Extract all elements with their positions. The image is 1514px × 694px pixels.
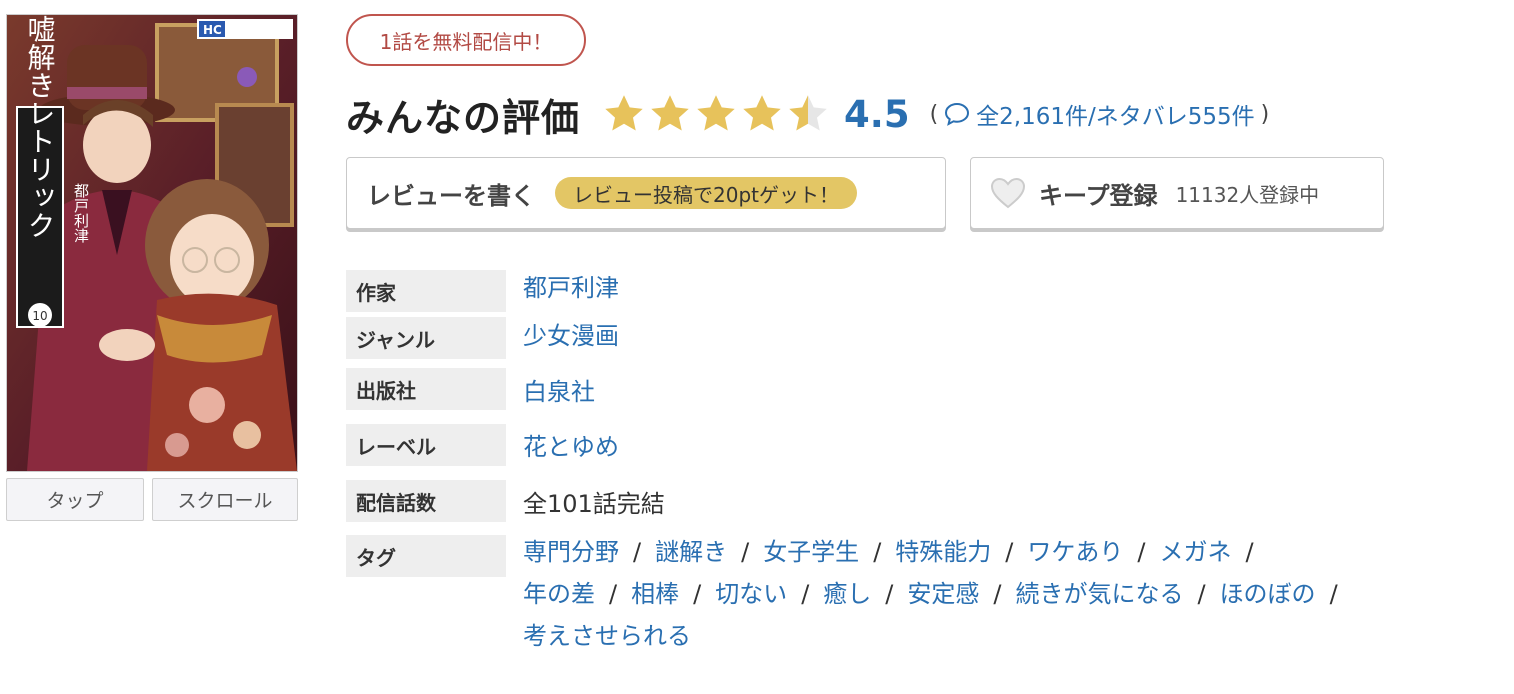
rating-title: みんなの評価	[346, 95, 581, 140]
tag-link[interactable]: ワケあり	[1027, 538, 1123, 566]
tag-link[interactable]: 考えさせられる	[523, 622, 691, 650]
scroll-mode-button[interactable]: スクロール	[152, 478, 298, 521]
episodes-label: 配信話数	[346, 480, 506, 522]
review-count-link[interactable]: 全2,161件/ネタバレ555件	[944, 97, 1255, 131]
tag-link[interactable]: 癒し	[823, 580, 871, 608]
tags-label: タグ	[346, 535, 506, 577]
tag-separator: /	[885, 580, 894, 608]
tag-separator: /	[609, 580, 618, 608]
cover-illustration: HC 嘘解きレトリック 都戸利津 10	[7, 15, 297, 471]
tag-link[interactable]: 謎解き	[655, 538, 727, 566]
tag-separator: /	[873, 538, 882, 566]
keep-count: 11132人登録中	[1175, 182, 1320, 207]
tag-link[interactable]: 続きが気になる	[1015, 580, 1183, 608]
tag-link[interactable]: 安定感	[907, 580, 979, 608]
tag-link[interactable]: ほのぼの	[1220, 580, 1316, 608]
tag-separator: /	[1245, 538, 1254, 566]
tag-link[interactable]: 切ない	[715, 580, 787, 608]
tag-separator: /	[993, 580, 1002, 608]
cover-author: 都戸利津	[72, 183, 90, 243]
author-label: 作家	[346, 270, 506, 312]
paren-open: (	[929, 101, 939, 127]
heart-icon	[990, 177, 1026, 209]
label-label: レーベル	[346, 424, 506, 466]
cover-volume: 10	[32, 309, 47, 323]
review-count-text: 全2,161件/ネタバレ555件	[976, 104, 1255, 130]
tag-separator: /	[1005, 538, 1014, 566]
keep-button[interactable]: キープ登録 11132人登録中	[970, 157, 1384, 229]
write-review-label: レビューを書く	[367, 181, 535, 210]
tag-link[interactable]: 年の差	[523, 580, 595, 608]
review-point-badge: レビュー投稿で20ptゲット！	[555, 177, 857, 209]
tag-link[interactable]: 特殊能力	[895, 538, 991, 566]
tag-separator: /	[1197, 580, 1206, 608]
rating-row: みんなの評価 4.5 ( 全2,161件/ネタバレ555件 )	[346, 84, 1446, 144]
publisher-logo: HC	[203, 23, 222, 37]
tag-list-line-1: 専門分野 / 謎解き / 女子学生 / 特殊能力 / ワケあり / メガネ /	[523, 532, 1268, 567]
paren-close: )	[1260, 101, 1270, 127]
tag-separator: /	[633, 538, 642, 566]
tag-separator: /	[693, 580, 702, 608]
rating-score: 4.5	[844, 92, 910, 136]
author-link[interactable]: 都戸利津	[523, 268, 619, 303]
cover-title: 嘘解きレトリック	[24, 15, 57, 239]
publisher-label: 出版社	[346, 368, 506, 410]
half-star-icon	[789, 95, 827, 131]
cover-image[interactable]: HC 嘘解きレトリック 都戸利津 10	[6, 14, 298, 472]
star-icon	[605, 95, 643, 131]
star-icon	[651, 95, 689, 131]
tag-list-line-3: 考えさせられる	[523, 616, 691, 651]
star-rating	[602, 92, 832, 136]
tag-link[interactable]: メガネ	[1159, 538, 1231, 566]
tap-mode-button[interactable]: タップ	[6, 478, 144, 521]
tag-separator: /	[801, 580, 810, 608]
reader-mode-selector: タップ スクロール	[6, 478, 298, 522]
tag-separator: /	[741, 538, 750, 566]
keep-label: キープ登録	[1039, 181, 1158, 210]
label-link[interactable]: 花とゆめ	[523, 427, 619, 462]
tag-separator: /	[1329, 580, 1338, 608]
tag-separator: /	[1137, 538, 1146, 566]
free-episode-badge: 1話を無料配信中！	[346, 14, 586, 66]
tag-link[interactable]: 女子学生	[763, 538, 859, 566]
write-review-button[interactable]: レビューを書く レビュー投稿で20ptゲット！	[346, 157, 946, 229]
tag-link[interactable]: 相棒	[631, 580, 679, 608]
genre-label: ジャンル	[346, 317, 506, 359]
genre-link[interactable]: 少女漫画	[523, 316, 619, 351]
star-icon	[697, 95, 735, 131]
speech-bubble-icon	[945, 102, 970, 126]
episodes-value: 全101話完結	[523, 490, 665, 518]
tag-link[interactable]: 専門分野	[523, 538, 619, 566]
publisher-link[interactable]: 白泉社	[523, 372, 595, 407]
tag-list-line-2: 年の差 / 相棒 / 切ない / 癒し / 安定感 / 続きが気になる / ほのぼの /	[523, 574, 1352, 609]
star-icon	[743, 95, 781, 131]
